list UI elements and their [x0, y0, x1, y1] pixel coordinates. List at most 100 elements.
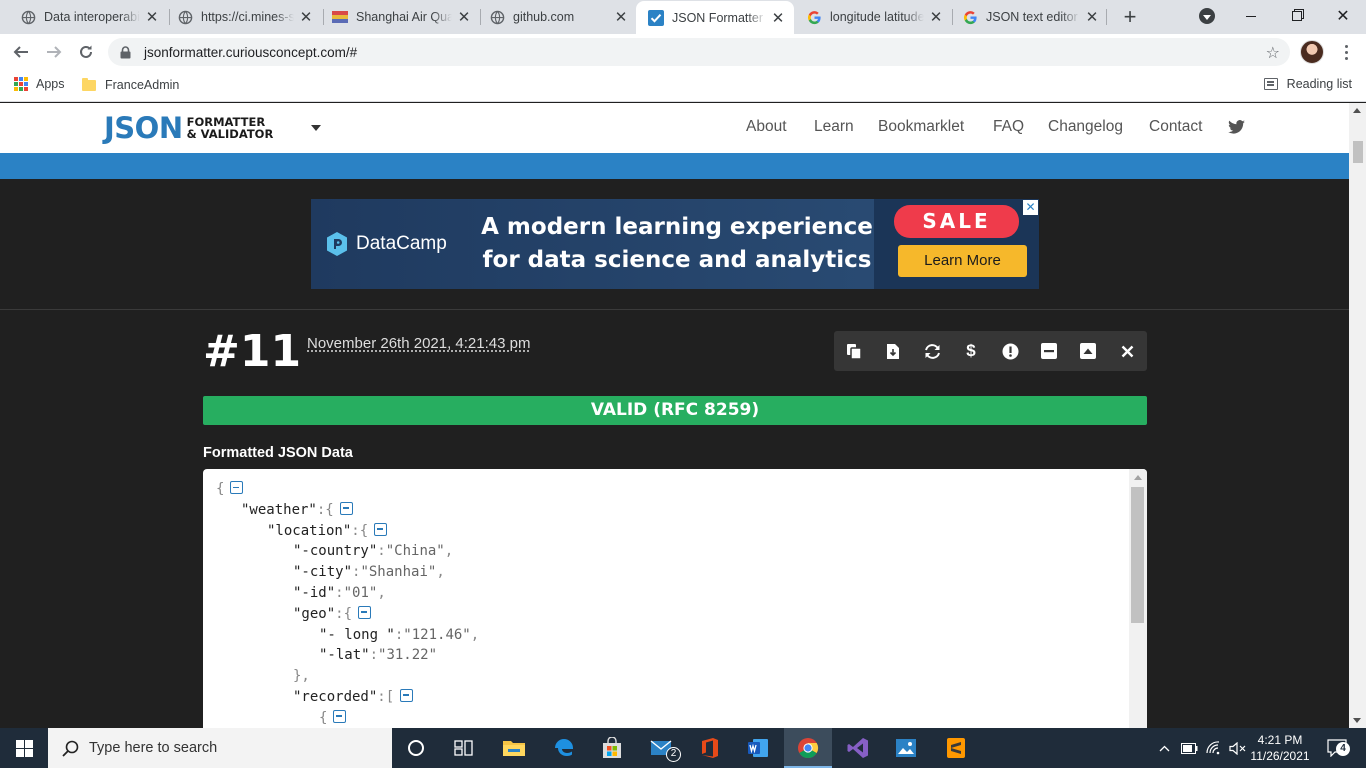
browser-menu-button[interactable] — [1336, 40, 1356, 64]
copy-icon[interactable] — [845, 342, 863, 360]
validation-status-bar: VALID (RFC 8259) — [203, 396, 1147, 425]
json-panel-scrollbar[interactable] — [1129, 469, 1147, 728]
chrome-icon[interactable] — [784, 728, 832, 768]
close-window-button[interactable]: ✕ — [1320, 0, 1366, 32]
ad-close-icon[interactable]: ✕ — [1023, 200, 1038, 215]
collapse-toggle-icon[interactable] — [339, 501, 353, 515]
task-view-icon[interactable] — [440, 728, 488, 768]
page-scrollbar[interactable] — [1349, 103, 1366, 728]
close-tab-icon[interactable]: ✕ — [613, 9, 629, 26]
minimize-window-button[interactable] — [1228, 0, 1274, 32]
forward-button[interactable] — [40, 38, 68, 66]
nav-contact[interactable]: Contact — [1149, 118, 1202, 136]
minimize-icon[interactable] — [1040, 342, 1058, 360]
reload-button[interactable] — [72, 38, 100, 66]
ad-headline: A modern learning experience for data sc… — [481, 214, 873, 273]
bookmark-apps[interactable]: Apps — [14, 77, 65, 91]
bookmark-franceadmin[interactable]: FranceAdmin — [82, 77, 179, 92]
restore-window-button[interactable] — [1274, 0, 1320, 32]
datacamp-ad-banner[interactable]: DataCamp A modern learning experience fo… — [311, 199, 1039, 289]
tab-data-interoperability[interactable]: Data interoperabilit ✕ — [8, 0, 168, 34]
bookmarks-bar: Apps FranceAdmin Reading list — [0, 70, 1366, 102]
wifi-icon[interactable] — [1205, 728, 1223, 768]
action-center-button[interactable]: 4 — [1322, 728, 1352, 768]
close-tab-icon[interactable]: ✕ — [770, 10, 786, 27]
scroll-down-arrow-icon[interactable] — [1353, 718, 1361, 723]
close-icon[interactable] — [1118, 342, 1136, 360]
collapse-toggle-icon[interactable] — [358, 605, 372, 619]
file-explorer-icon[interactable] — [490, 728, 538, 768]
scrollbar-thumb[interactable] — [1353, 141, 1363, 163]
json-line: "location":{ — [203, 521, 1129, 542]
tab-github[interactable]: github.com ✕ — [477, 0, 637, 34]
visual-studio-icon[interactable] — [834, 728, 882, 768]
close-tab-icon[interactable]: ✕ — [456, 9, 472, 26]
twitter-icon[interactable] — [1228, 120, 1245, 134]
nav-bookmarklet[interactable]: Bookmarklet — [878, 118, 964, 136]
close-tab-icon[interactable]: ✕ — [1084, 9, 1100, 26]
nav-faq[interactable]: FAQ — [993, 118, 1024, 136]
accent-bar — [0, 153, 1349, 179]
dollar-icon[interactable]: $ — [962, 341, 980, 360]
nav-about[interactable]: About — [746, 118, 787, 136]
taskbar-search-input[interactable]: Type here to search — [48, 728, 392, 768]
mail-badge: 2 — [666, 747, 681, 762]
reload-icon — [80, 45, 92, 58]
formatted-json-panel[interactable]: { "weather":{ "location":{ "-country":"C… — [203, 469, 1147, 728]
tab-json-formatter[interactable]: JSON Formatter & Validator ✕ — [636, 1, 794, 34]
expand-icon[interactable] — [1079, 342, 1097, 360]
collapse-toggle-icon[interactable] — [400, 688, 414, 702]
tab-ci-mines[interactable]: https://ci.mines-stet ✕ — [165, 0, 322, 34]
word-icon[interactable] — [734, 728, 782, 768]
cortana-icon[interactable] — [392, 728, 440, 768]
tab-search-button[interactable] — [1184, 0, 1230, 32]
tab-shanghai-air-quality[interactable]: Shanghai Air Quality ✕ — [320, 0, 480, 34]
collapse-toggle-icon[interactable] — [374, 522, 388, 536]
browser-toolbar: jsonformatter.curiousconcept.com/# ☆ — [0, 34, 1366, 70]
entry-timestamp[interactable]: November 26th 2021, 4:21:43 pm — [307, 335, 530, 352]
minimize-icon — [1246, 15, 1256, 17]
tab-json-text-editor[interactable]: JSON text editor ✕ — [950, 0, 1108, 34]
folder-icon — [82, 77, 96, 91]
reading-list-button[interactable]: Reading list — [1263, 77, 1352, 91]
nav-changelog[interactable]: Changelog — [1048, 118, 1123, 136]
refresh-icon[interactable] — [923, 342, 941, 360]
browser-tab-strip: Data interoperabilit ✕ https://ci.mines-… — [0, 0, 1366, 34]
globe-icon — [489, 9, 505, 25]
scroll-up-arrow-icon[interactable] — [1134, 475, 1142, 480]
reading-list-icon — [1263, 78, 1278, 90]
new-tab-button[interactable]: + — [1118, 4, 1142, 29]
office-icon[interactable] — [686, 728, 734, 768]
photos-icon[interactable] — [882, 728, 930, 768]
system-clock[interactable]: 4:21 PM 11/26/2021 — [1248, 732, 1312, 764]
back-button[interactable] — [7, 38, 35, 66]
sublime-icon[interactable] — [932, 728, 980, 768]
mail-icon[interactable]: 2 — [638, 728, 686, 768]
battery-icon[interactable] — [1180, 728, 1198, 768]
address-bar[interactable]: jsonformatter.curiousconcept.com/# ☆ — [108, 38, 1290, 66]
download-icon[interactable] — [884, 342, 902, 360]
ad-learn-more-button[interactable]: Learn More — [898, 245, 1027, 277]
ad-sale-badge: SALE — [894, 205, 1019, 238]
scroll-up-arrow-icon[interactable] — [1353, 108, 1361, 113]
alert-icon[interactable] — [1001, 342, 1019, 360]
close-tab-icon[interactable]: ✕ — [928, 9, 944, 26]
windows-logo-icon — [15, 739, 33, 757]
show-hidden-icons-button[interactable] — [1156, 728, 1172, 768]
volume-muted-icon[interactable] — [1228, 728, 1246, 768]
close-tab-icon[interactable]: ✕ — [298, 9, 314, 26]
bookmark-star-icon[interactable]: ☆ — [1266, 43, 1280, 63]
scrollbar-thumb[interactable] — [1131, 487, 1144, 623]
edge-icon[interactable] — [540, 728, 588, 768]
notification-count-badge: 4 — [1336, 742, 1350, 756]
close-tab-icon[interactable]: ✕ — [144, 9, 160, 26]
json-line: "geo":{ — [203, 604, 1129, 625]
profile-avatar[interactable] — [1300, 40, 1324, 64]
tab-longitude-latitude[interactable]: longitude latitude ✕ — [794, 0, 952, 34]
nav-learn[interactable]: Learn — [814, 118, 854, 136]
start-button[interactable] — [0, 728, 48, 768]
json-line: "recorded":[ — [203, 687, 1129, 708]
collapse-toggle-icon[interactable] — [230, 481, 244, 494]
store-icon[interactable] — [588, 728, 636, 768]
collapse-toggle-icon[interactable] — [333, 709, 347, 723]
